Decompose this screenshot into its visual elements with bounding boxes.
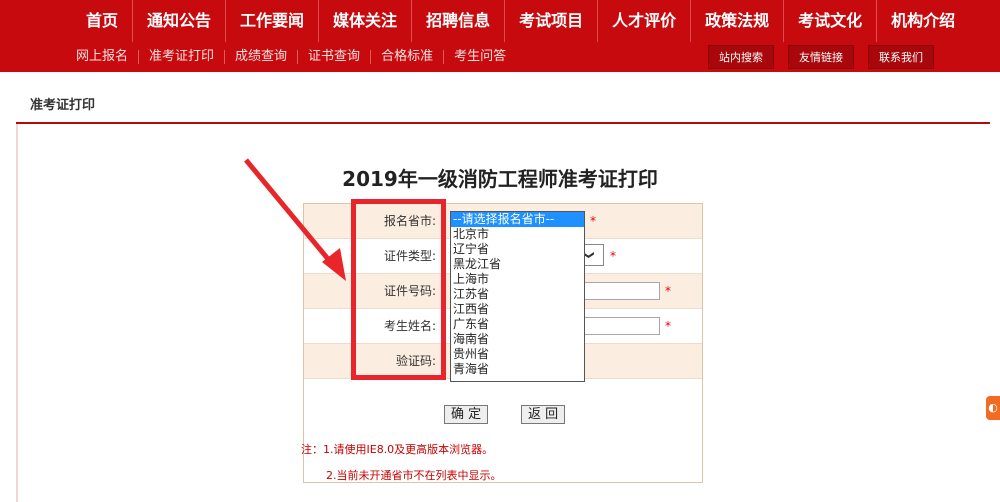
feedback-icon[interactable]: ◐	[986, 396, 1000, 420]
friend-links-button[interactable]: 友情链接	[788, 45, 854, 69]
required-mark: *	[590, 214, 596, 228]
annotation-highlight-box	[351, 199, 446, 380]
nav-policy[interactable]: 政策法规	[691, 0, 785, 42]
nav-exams[interactable]: 考试项目	[505, 0, 599, 42]
sub-nav: 网上报名 准考证打印 成绩查询 证书查询 合格标准 考生问答 站内搜索 友情链接…	[0, 42, 1000, 72]
breadcrumb-divider	[16, 122, 990, 124]
province-option[interactable]: 江西省	[451, 302, 584, 317]
subnav-certificate-query[interactable]: 证书查询	[298, 50, 372, 64]
site-search-button[interactable]: 站内搜索	[708, 45, 774, 69]
page-title: 2019年一级消防工程师准考证打印	[342, 167, 658, 191]
nav-news[interactable]: 工作要闻	[226, 0, 320, 42]
id-number-input[interactable]	[582, 282, 660, 300]
required-mark: *	[665, 319, 671, 333]
province-option[interactable]: 江苏省	[451, 287, 584, 302]
submit-button[interactable]: 确 定	[444, 405, 489, 424]
nav-home[interactable]: 首页	[72, 0, 134, 42]
subnav-pass-standard[interactable]: 合格标准	[371, 50, 445, 64]
breadcrumb: 准考证打印	[30, 98, 96, 113]
nav-talent[interactable]: 人才评价	[598, 0, 692, 42]
top-nav: 首页 通知公告 工作要闻 媒体关注 招聘信息 考试项目 人才评价 政策法规 考试…	[0, 0, 1000, 42]
notes: 注：1.请使用IE8.0及更高版本浏览器。 2.当前未开通省市不在列表中显示。	[301, 437, 502, 489]
note-provinces: 2.当前未开通省市不在列表中显示。	[326, 469, 502, 482]
name-input[interactable]	[582, 317, 660, 335]
required-mark: *	[665, 284, 671, 298]
subnav-faq[interactable]: 考生问答	[444, 50, 516, 64]
province-option[interactable]: 青海省	[451, 362, 584, 377]
province-option[interactable]: --请选择报名省市--	[451, 212, 584, 227]
nav-media[interactable]: 媒体关注	[319, 0, 413, 42]
required-mark: *	[610, 249, 616, 263]
province-option[interactable]: 海南省	[451, 332, 584, 347]
province-option[interactable]: 北京市	[451, 227, 584, 242]
contact-us-button[interactable]: 联系我们	[868, 45, 934, 69]
nav-notices[interactable]: 通知公告	[133, 0, 227, 42]
subnav-score-query[interactable]: 成绩查询	[225, 50, 299, 64]
province-dropdown-list[interactable]: --请选择报名省市-- 北京市 辽宁省 黑龙江省 上海市 江苏省 江西省 广东省…	[450, 211, 585, 382]
subnav-admission-print[interactable]: 准考证打印	[139, 50, 226, 64]
province-option[interactable]: 黑龙江省	[451, 257, 584, 272]
province-option[interactable]: 辽宁省	[451, 242, 584, 257]
back-button[interactable]: 返 回	[521, 405, 566, 424]
note-browser: 注：1.请使用IE8.0及更高版本浏览器。	[301, 443, 494, 456]
nav-about[interactable]: 机构介绍	[877, 0, 969, 42]
province-option[interactable]: 广东省	[451, 317, 584, 332]
nav-culture[interactable]: 考试文化	[784, 0, 878, 42]
subnav-registration[interactable]: 网上报名	[66, 50, 140, 64]
nav-recruit[interactable]: 招聘信息	[412, 0, 506, 42]
province-option[interactable]: 贵州省	[451, 347, 584, 362]
province-option[interactable]: 上海市	[451, 272, 584, 287]
